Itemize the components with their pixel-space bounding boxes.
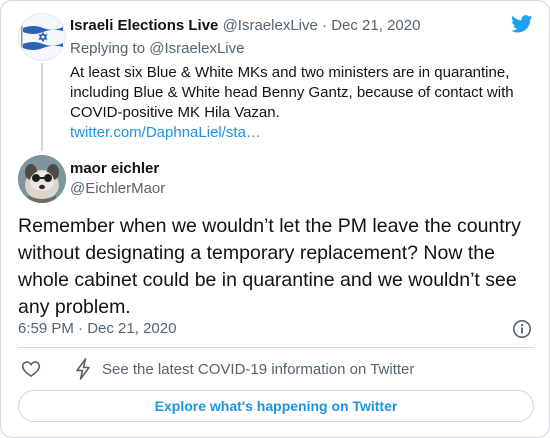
tweet-date: Dec 21, 2020 xyxy=(87,320,177,337)
parent-tweet-text: At least six Blue & White MKs and two mi… xyxy=(70,64,514,121)
heart-icon[interactable] xyxy=(21,359,41,379)
dog-photo-avatar xyxy=(18,155,66,203)
separator-dot: · xyxy=(322,17,328,34)
parent-tweet-header: Israeli Elections Live @IsraelexLive · D… xyxy=(70,16,420,36)
replying-to-handle[interactable]: @IsraelexLive xyxy=(149,40,244,57)
lightning-bolt-icon[interactable] xyxy=(73,358,93,380)
main-tweet-text: Remember when we wouldn’t let the PM lea… xyxy=(18,215,521,318)
separator-dot: · xyxy=(78,320,84,337)
main-display-name[interactable]: maor eichler xyxy=(70,159,159,179)
explore-button[interactable]: Explore what's happening on Twitter xyxy=(18,390,534,422)
thread-connector-line xyxy=(41,63,43,151)
israel-flag-icon xyxy=(19,14,65,60)
parent-date[interactable]: Dec 21, 2020 xyxy=(331,17,420,34)
main-avatar[interactable] xyxy=(18,155,66,203)
main-handle[interactable]: @EichlerMaor xyxy=(70,179,165,199)
parent-tweet-link[interactable]: twitter.com/DaphnaLiel/sta… xyxy=(70,123,261,143)
parent-display-name[interactable]: Israeli Elections Live xyxy=(70,17,218,34)
info-icon[interactable] xyxy=(512,319,532,339)
covid-info-link[interactable]: See the latest COVID-19 information on T… xyxy=(102,360,414,380)
tweet-timestamp[interactable]: 6:59 PM · Dec 21, 2020 xyxy=(18,319,176,339)
embedded-tweet-card: Israeli Elections Live @IsraelexLive · D… xyxy=(0,0,550,438)
replying-to: Replying to @IsraelexLive xyxy=(70,39,245,59)
tweet-time: 6:59 PM xyxy=(18,320,74,337)
replying-to-label: Replying to xyxy=(70,40,146,57)
divider xyxy=(18,347,534,348)
parent-avatar[interactable] xyxy=(18,13,66,61)
twitter-bird-icon[interactable] xyxy=(511,15,533,33)
parent-handle[interactable]: @IsraelexLive xyxy=(223,17,318,34)
